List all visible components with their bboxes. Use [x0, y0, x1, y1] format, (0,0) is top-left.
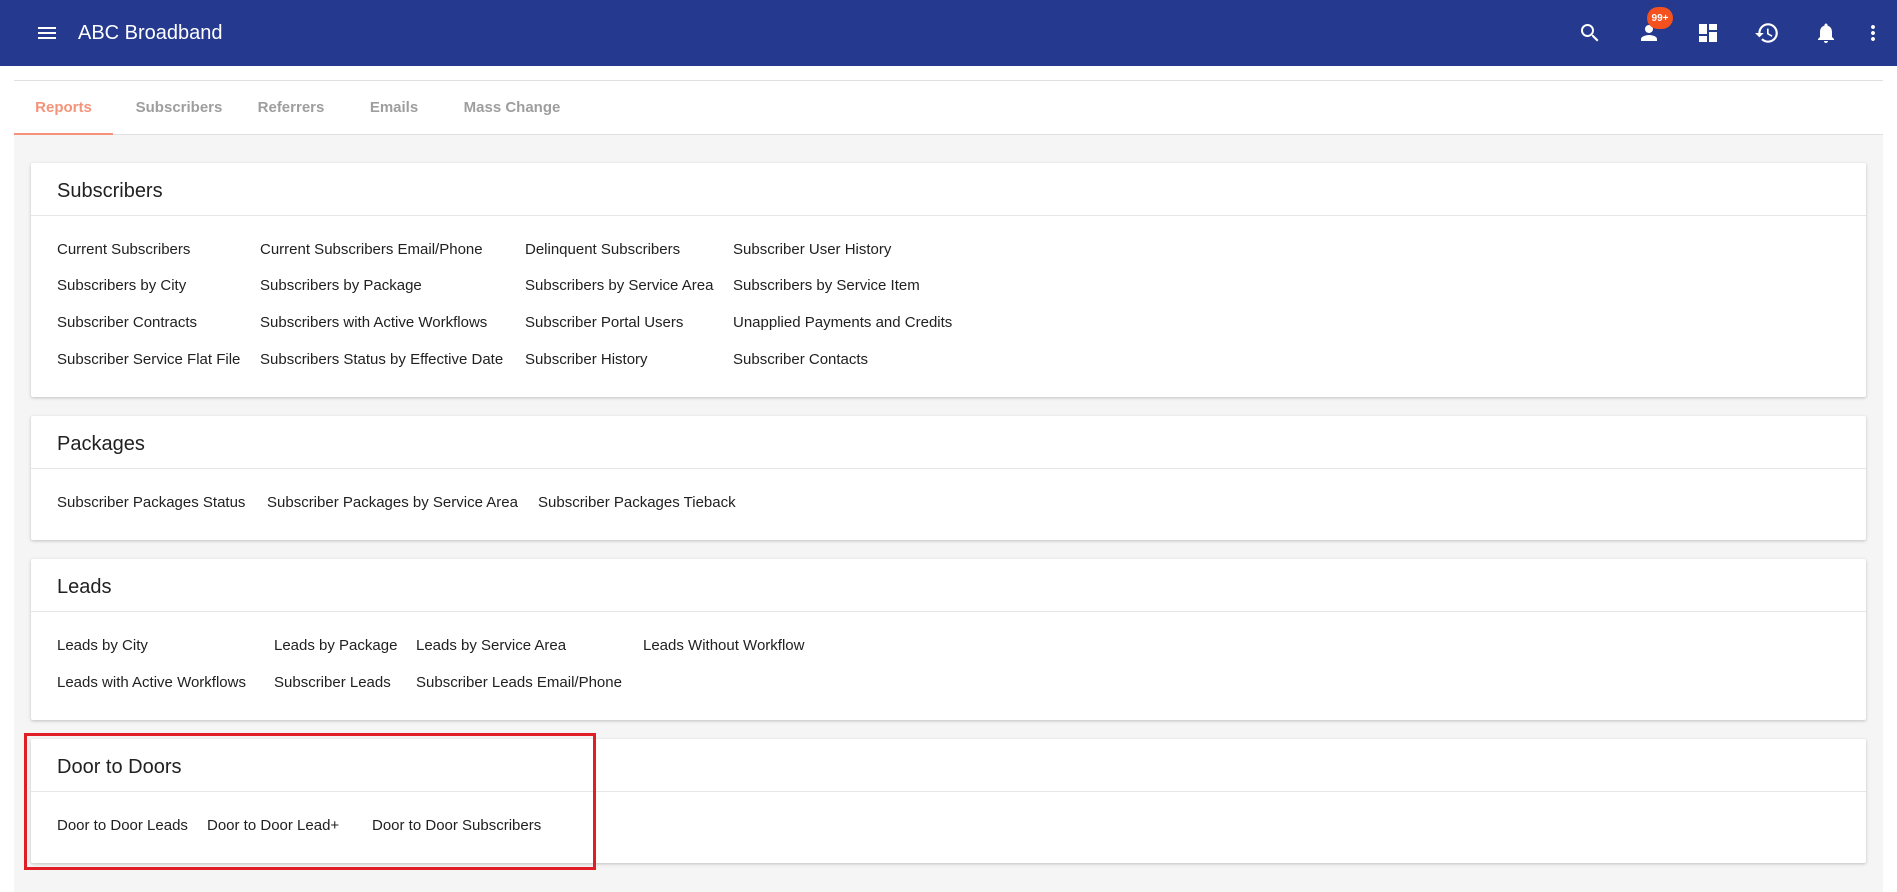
- packages-card: Packages Subscriber Packages Status Subs…: [31, 416, 1866, 540]
- report-link[interactable]: Leads by City: [57, 637, 148, 654]
- leads-card: Leads Leads by City Leads by Package Lea…: [31, 559, 1866, 720]
- search-button[interactable]: [1560, 0, 1619, 66]
- report-link[interactable]: Subscribers by Service Area: [525, 277, 713, 294]
- door-to-doors-card: Door to Doors Door to Door Leads Door to…: [31, 739, 1866, 863]
- report-link[interactable]: Subscriber Portal Users: [525, 314, 683, 331]
- report-link[interactable]: Subscriber Leads Email/Phone: [416, 674, 622, 691]
- dashboard-icon: [1698, 24, 1717, 42]
- subscribers-card-title: Subscribers: [31, 163, 1866, 216]
- search-icon: [1580, 24, 1598, 42]
- report-link[interactable]: Current Subscribers Email/Phone: [260, 241, 483, 258]
- top-app-bar: ABC Broadband 99+: [0, 0, 1897, 66]
- report-link[interactable]: Subscriber Packages Status: [57, 494, 245, 511]
- report-link[interactable]: Unapplied Payments and Credits: [733, 314, 952, 331]
- report-link[interactable]: Door to Door Lead+: [207, 817, 339, 834]
- report-link[interactable]: Door to Door Subscribers: [372, 817, 541, 834]
- history-button[interactable]: [1737, 0, 1796, 66]
- report-link[interactable]: Subscriber Packages by Service Area: [267, 494, 518, 511]
- report-link[interactable]: Subscribers Status by Effective Date: [260, 351, 503, 368]
- tab-reports[interactable]: Reports: [14, 81, 113, 135]
- report-link[interactable]: Door to Door Leads: [57, 817, 188, 834]
- report-link[interactable]: Leads by Package: [274, 637, 397, 654]
- main-content: Reports Subscribers Referrers Emails Mas…: [14, 80, 1883, 892]
- history-icon: [1754, 23, 1778, 43]
- report-link[interactable]: Leads with Active Workflows: [57, 674, 246, 691]
- report-link[interactable]: Leads by Service Area: [416, 637, 566, 654]
- report-link[interactable]: Current Subscribers: [57, 241, 190, 258]
- report-link[interactable]: Subscribers with Active Workflows: [260, 314, 487, 331]
- report-link[interactable]: Subscriber Leads: [274, 674, 391, 691]
- tab-emails[interactable]: Emails: [366, 81, 422, 135]
- user-button[interactable]: 99+: [1619, 0, 1678, 66]
- dashboard-button[interactable]: [1678, 0, 1737, 66]
- app-title: ABC Broadband: [78, 21, 223, 44]
- report-link[interactable]: Subscribers by Service Item: [733, 277, 920, 294]
- report-link[interactable]: Subscribers by Package: [260, 277, 422, 294]
- report-link[interactable]: Subscribers by City: [57, 277, 186, 294]
- report-link[interactable]: Delinquent Subscribers: [525, 241, 680, 258]
- more-button[interactable]: [1855, 0, 1891, 66]
- report-link[interactable]: Subscriber Service Flat File: [57, 351, 240, 368]
- menu-icon: [38, 27, 56, 39]
- report-link[interactable]: Subscriber User History: [733, 241, 891, 258]
- tab-mass-change[interactable]: Mass Change: [462, 81, 562, 135]
- notifications-button[interactable]: [1796, 0, 1855, 66]
- report-link[interactable]: Subscriber Contacts: [733, 351, 868, 368]
- report-link[interactable]: Subscriber Packages Tieback: [538, 494, 736, 511]
- notification-badge: 99+: [1647, 7, 1673, 29]
- subscribers-card: Subscribers Current Subscribers Current …: [31, 163, 1866, 397]
- report-link[interactable]: Subscriber History: [525, 351, 648, 368]
- tab-referrers[interactable]: Referrers: [254, 81, 328, 135]
- tab-subscribers[interactable]: Subscribers: [132, 81, 226, 135]
- report-link[interactable]: Subscriber Contracts: [57, 314, 197, 331]
- tab-bar: Reports Subscribers Referrers Emails Mas…: [14, 81, 1883, 135]
- bell-icon: [1817, 23, 1834, 43]
- packages-card-title: Packages: [31, 416, 1866, 469]
- report-link[interactable]: Leads Without Workflow: [643, 637, 804, 654]
- menu-button[interactable]: [24, 10, 70, 56]
- leads-card-title: Leads: [31, 559, 1866, 612]
- more-vert-icon: [1871, 25, 1875, 41]
- door-to-doors-card-title: Door to Doors: [31, 739, 1866, 792]
- top-actions: 99+: [1560, 0, 1897, 66]
